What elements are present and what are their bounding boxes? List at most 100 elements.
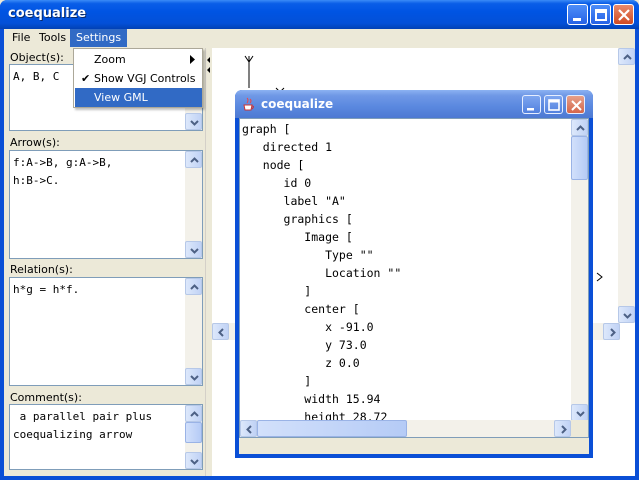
gml-line: directed 1: [242, 140, 333, 154]
menu-item-show-vgj-controls[interactable]: ✔ Show VGJ Controls: [75, 69, 202, 88]
settings-dropdown: Zoom ✔ Show VGJ Controls View GML: [73, 48, 203, 108]
scroll-thumb[interactable]: [257, 420, 407, 437]
title-bar[interactable]: coequalize: [0, 0, 639, 29]
scroll-down-button[interactable]: [185, 113, 202, 130]
gml-title-bar[interactable]: coequalize: [235, 90, 593, 118]
scroll-up-button[interactable]: [185, 278, 202, 295]
gml-line: ]: [242, 284, 312, 298]
canvas-vertical-scrollbar[interactable]: [618, 48, 635, 323]
menu-item-zoom[interactable]: Zoom: [75, 50, 202, 69]
scroll-thumb[interactable]: [185, 422, 202, 443]
gml-line: width 15.94: [242, 392, 381, 406]
submenu-arrow-icon: [190, 55, 195, 64]
chevron-up-icon: [190, 284, 199, 290]
scroll-right-button[interactable]: [554, 420, 571, 437]
arrows-label: Arrow(s):: [10, 136, 60, 149]
show-vgj-label: Show VGJ Controls: [94, 72, 196, 85]
gml-line: Type "": [242, 248, 374, 262]
gml-vertical-scrollbar[interactable]: [571, 119, 588, 421]
minimize-icon: [573, 18, 581, 21]
scroll-down-button[interactable]: [571, 404, 588, 421]
gml-line: ]: [242, 374, 312, 388]
gml-line: id 0: [242, 176, 312, 190]
scroll-down-button[interactable]: [185, 241, 202, 258]
gml-line: graph [: [242, 122, 291, 136]
gml-window: coequalize graph [ directed 1 node [ id …: [235, 90, 593, 458]
menu-file[interactable]: File: [6, 29, 36, 47]
scroll-down-button[interactable]: [185, 452, 202, 469]
chevron-down-icon: [190, 248, 199, 254]
gml-line: Location "": [242, 266, 402, 280]
comments-textarea[interactable]: a parallel pair plus coequalizing arrow: [9, 404, 203, 470]
check-icon: ✔: [81, 72, 91, 85]
gml-horizontal-scrollbar[interactable]: [240, 420, 571, 437]
scroll-right-button[interactable]: [603, 323, 620, 340]
comments-label: Comment(s):: [10, 391, 82, 404]
gml-line: y 73.0: [242, 338, 367, 352]
gml-line: x -91.0: [242, 320, 374, 334]
chevron-up-icon: [576, 125, 585, 131]
maximize-button[interactable]: [590, 4, 611, 25]
arrows-textarea[interactable]: f:A->B, g:A->B, h:B->C.: [9, 150, 203, 259]
close-icon: [618, 9, 630, 21]
chevron-down-icon: [190, 120, 199, 126]
menu-tools[interactable]: Tools: [33, 29, 72, 47]
gml-line: center [: [242, 302, 360, 316]
relations-text: h*g = h*f.: [13, 283, 80, 296]
scroll-left-button[interactable]: [240, 420, 257, 437]
gml-line: node [: [242, 158, 305, 172]
java-cup-icon: [243, 97, 254, 111]
chevron-left-icon: [246, 425, 252, 434]
view-gml-label: View GML: [94, 91, 148, 104]
gml-line: z 0.0: [242, 356, 360, 370]
close-icon: [571, 100, 582, 111]
scroll-corner: [571, 420, 588, 437]
arrows-text: f:A->B, g:A->B, h:B->C.: [13, 156, 113, 187]
chevron-up-icon: [190, 157, 199, 163]
objects-label: Object(s):: [10, 51, 64, 64]
maximize-icon: [595, 9, 607, 21]
menu-item-view-gml[interactable]: View GML: [75, 88, 202, 107]
menu-settings[interactable]: Settings: [70, 29, 128, 47]
chevron-right-icon: [610, 328, 616, 337]
menu-bar: File Tools Settings: [4, 29, 635, 47]
relations-textarea[interactable]: h*g = h*f.: [9, 277, 203, 386]
scroll-up-button[interactable]: [618, 48, 635, 65]
pane-splitter[interactable]: [205, 48, 212, 476]
scroll-thumb[interactable]: [571, 136, 588, 180]
gml-line: Image [: [242, 230, 353, 244]
gml-body: graph [ directed 1 node [ id 0 label "A"…: [239, 118, 589, 454]
chevron-down-icon: [623, 313, 632, 319]
relations-scrollbar[interactable]: [185, 278, 202, 385]
arrows-scrollbar[interactable]: [185, 151, 202, 258]
scroll-up-button[interactable]: [571, 119, 588, 136]
left-pane: Object(s): A, B, C Arrow(s): f:A->B, g:A…: [4, 48, 205, 476]
zoom-label: Zoom: [94, 53, 126, 66]
chevron-left-icon: [218, 328, 224, 337]
minimize-button[interactable]: [567, 4, 588, 25]
gml-line: graphics [: [242, 212, 353, 226]
gml-close-button[interactable]: [566, 95, 585, 114]
scroll-left-button[interactable]: [212, 323, 229, 340]
maximize-icon: [548, 99, 560, 111]
minimize-icon: [527, 108, 534, 111]
relations-label: Relation(s):: [10, 263, 73, 276]
scroll-down-button[interactable]: [618, 306, 635, 323]
gml-window-title: coequalize: [261, 97, 334, 111]
gml-line: label "A": [242, 194, 346, 208]
main-window: coequalize File Tools Settings Object(s)…: [0, 0, 639, 480]
comments-text: a parallel pair plus coequalizing arrow: [13, 410, 153, 441]
scroll-down-button[interactable]: [185, 368, 202, 385]
chevron-right-icon: [561, 425, 567, 434]
scroll-up-button[interactable]: [185, 151, 202, 168]
gml-minimize-button[interactable]: [522, 95, 541, 114]
gml-text-area[interactable]: graph [ directed 1 node [ id 0 label "A"…: [239, 118, 589, 438]
gml-maximize-button[interactable]: [544, 95, 563, 114]
chevron-down-icon: [190, 375, 199, 381]
chevron-up-icon: [190, 411, 199, 417]
chevron-right-icon: [596, 272, 603, 282]
close-button[interactable]: [613, 4, 634, 25]
chevron-up-icon: [623, 54, 632, 60]
scroll-up-button[interactable]: [185, 405, 202, 422]
comments-scrollbar[interactable]: [185, 405, 202, 469]
